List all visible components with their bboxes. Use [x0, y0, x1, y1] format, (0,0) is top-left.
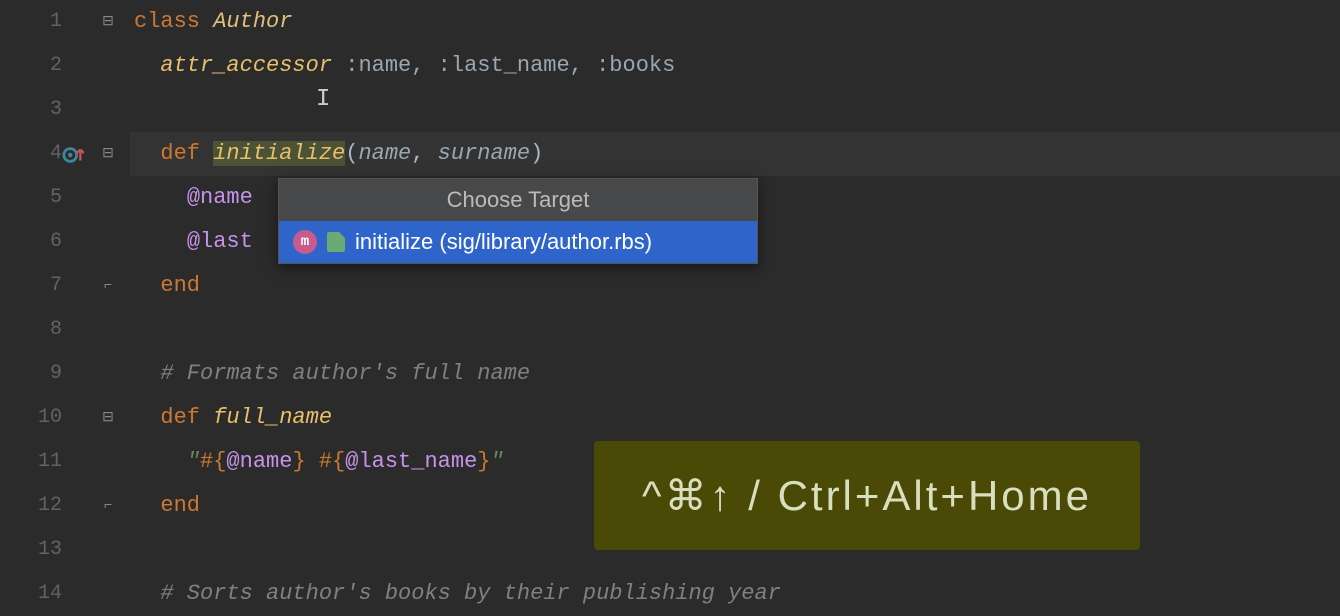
line-number: 10 — [0, 396, 90, 440]
choose-target-popup: Choose Target m initialize (sig/library/… — [278, 178, 758, 264]
string-quote: " — [187, 449, 200, 474]
interp-close: } — [292, 449, 305, 474]
code-line[interactable]: attr_accessor :name, :last_name, :books — [130, 44, 1340, 88]
interp-open: #{ — [319, 449, 345, 474]
line-gutter: 1 2 3 4 5 6 7 8 9 10 11 12 13 14 — [0, 0, 100, 600]
line-number: 9 — [0, 352, 90, 396]
code-line[interactable]: def initialize(name, surname) — [130, 132, 1340, 176]
text-cursor-icon: I — [316, 86, 318, 116]
keyword-end: end — [160, 273, 200, 298]
line-number: 5 — [0, 176, 90, 220]
method-name: initialize — [213, 141, 345, 166]
fold-icon[interactable]: ⊟ — [100, 396, 116, 440]
keyword-class: class — [134, 9, 213, 34]
param: surname — [438, 141, 530, 166]
symbol-args: :name, :last_name, :books — [345, 53, 675, 78]
fold-icon[interactable]: ⊟ — [100, 132, 116, 176]
code-line[interactable]: end — [130, 264, 1340, 308]
string-space — [306, 449, 319, 474]
line-number: 8 — [0, 308, 90, 352]
fold-gutter: ⊟ ⊟ ⌐ ⊟ ⌐ — [100, 0, 130, 600]
code-line[interactable]: class Author — [130, 0, 1340, 44]
class-name: Author — [213, 9, 292, 34]
interp-close: } — [477, 449, 490, 474]
popup-item[interactable]: m initialize (sig/library/author.rbs) — [279, 221, 757, 263]
shortcut-text: ^⌘↑ / Ctrl+Alt+Home — [642, 472, 1092, 519]
file-icon — [327, 232, 345, 252]
instance-var: @name — [226, 449, 292, 474]
line-number: 1 — [0, 0, 90, 44]
code-line[interactable] — [130, 308, 1340, 352]
paren-close: ) — [530, 141, 543, 166]
method-call: attr_accessor — [160, 53, 345, 78]
comment: # Formats author's full name — [160, 361, 530, 386]
paren-open: ( — [345, 141, 358, 166]
line-number: 12 — [0, 484, 90, 528]
method-name: full_name — [213, 405, 332, 430]
line-number: 11 — [0, 440, 90, 484]
fold-end-icon[interactable]: ⌐ — [100, 264, 116, 308]
comma: , — [411, 141, 437, 166]
interp-open: #{ — [200, 449, 226, 474]
keyword-def: def — [160, 141, 213, 166]
string-quote: " — [490, 449, 503, 474]
comment: # Sorts author's books by their publishi… — [160, 581, 781, 606]
instance-var: @last — [187, 229, 253, 254]
navigate-gutter-icon[interactable] — [62, 144, 84, 166]
code-line[interactable] — [130, 88, 1340, 132]
instance-var: @last_name — [345, 449, 477, 474]
method-icon: m — [293, 230, 317, 254]
line-number: 6 — [0, 220, 90, 264]
line-number: 14 — [0, 572, 90, 616]
instance-var: @name — [187, 185, 253, 210]
fold-end-icon[interactable]: ⌐ — [100, 484, 116, 528]
line-number: 13 — [0, 528, 90, 572]
code-line[interactable]: def full_name — [130, 396, 1340, 440]
keyword-def: def — [160, 405, 213, 430]
shortcut-hint-overlay: ^⌘↑ / Ctrl+Alt+Home — [594, 441, 1140, 550]
param: name — [358, 141, 411, 166]
fold-icon[interactable]: ⊟ — [100, 0, 116, 44]
code-line[interactable]: # Formats author's full name — [130, 352, 1340, 396]
keyword-end: end — [160, 493, 200, 518]
popup-item-label: initialize (sig/library/author.rbs) — [355, 229, 652, 255]
line-number: 3 — [0, 88, 90, 132]
code-line[interactable]: # Sorts author's books by their publishi… — [130, 572, 1340, 616]
popup-title: Choose Target — [279, 179, 757, 221]
line-number: 2 — [0, 44, 90, 88]
line-number: 7 — [0, 264, 90, 308]
